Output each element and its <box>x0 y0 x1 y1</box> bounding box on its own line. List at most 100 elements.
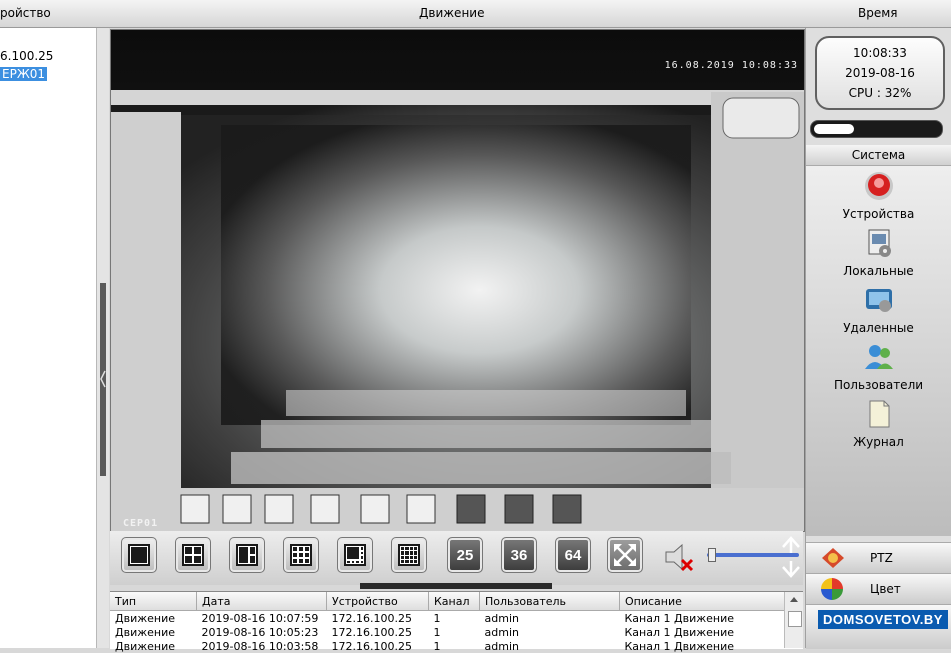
system-item-log[interactable]: Журнал <box>806 398 951 449</box>
panel-collapse-bar[interactable] <box>360 583 552 589</box>
header-time-label: Время <box>858 6 898 20</box>
ptz-label: PTZ <box>870 551 893 565</box>
system-section-header[interactable]: Система <box>806 145 951 166</box>
log-header-row: Тип Дата Устройство Канал Пользователь О… <box>110 592 791 611</box>
volume-slider-thumb[interactable] <box>708 548 716 562</box>
clock-time: 10:08:33 <box>853 46 907 60</box>
system-item-users[interactable]: Пользователи <box>806 341 951 392</box>
layout-16-button[interactable] <box>391 537 427 573</box>
layout-8-button[interactable] <box>337 537 373 573</box>
system-item-label: Устройства <box>842 207 915 221</box>
table-row[interactable]: Движение 2019-08-16 10:05:23 172.16.100.… <box>110 625 791 639</box>
col-device[interactable]: Устройство <box>326 592 429 611</box>
cell: 2019-08-16 10:05:23 <box>201 625 319 639</box>
col-channel[interactable]: Канал <box>428 592 480 611</box>
arrow-up-icon <box>782 536 800 553</box>
layout-toolbar: 25 36 64 <box>110 531 803 585</box>
layout-64-button[interactable]: 64 <box>555 537 591 573</box>
cell: 1 <box>433 639 441 653</box>
devices-icon <box>864 172 893 200</box>
col-type[interactable]: Тип <box>110 592 197 611</box>
col-user[interactable]: Пользователь <box>479 592 620 611</box>
layout-16-icon <box>398 544 420 566</box>
system-item-local[interactable]: Локальные <box>806 227 951 278</box>
cell: admin <box>484 639 519 653</box>
camera-feed-image <box>111 30 804 531</box>
ptz-icon <box>822 548 844 568</box>
cell: admin <box>484 611 519 625</box>
cell: 172.16.100.25 <box>331 625 412 639</box>
layout-4-button[interactable] <box>175 537 211 573</box>
system-item-remote[interactable]: Удаленные <box>806 284 951 335</box>
video-viewport[interactable]: 16.08.2019 10:08:33 СЕР01 <box>110 29 805 532</box>
layout-9-button[interactable] <box>283 537 319 573</box>
cell: 2019-08-16 10:03:58 <box>201 639 319 653</box>
header-device-label: ройство <box>0 6 51 20</box>
layout-25-button[interactable]: 25 <box>447 537 483 573</box>
cell: 1 <box>433 611 441 625</box>
layout-4-icon <box>182 544 204 566</box>
system-item-label: Пользователи <box>833 378 924 392</box>
color-palette-icon <box>821 578 843 600</box>
layout-1-icon <box>128 544 150 566</box>
cell: Канал 1 Движение <box>624 639 735 653</box>
cpu-usage-text: CPU : 32% <box>848 86 912 100</box>
mute-button[interactable] <box>662 542 696 572</box>
layout-36-label: 36 <box>510 546 528 564</box>
osd-timestamp: 16.08.2019 10:08:33 <box>664 60 798 71</box>
clock-date: 2019-08-16 <box>845 66 915 80</box>
table-row[interactable]: Движение 2019-08-16 10:03:58 172.16.100.… <box>110 639 791 653</box>
color-button[interactable]: Цвет <box>806 573 951 604</box>
cell: Движение <box>115 625 176 639</box>
system-menu: Устройства Локальные Удаленные Пользоват… <box>806 166 951 536</box>
layout-6-button[interactable] <box>229 537 265 573</box>
layout-6-icon <box>236 544 258 566</box>
chevron-left-icon <box>100 370 106 388</box>
cell: admin <box>484 625 519 639</box>
device-ip-item[interactable]: 6.100.25 <box>0 49 53 63</box>
log-scrollbar[interactable] <box>784 592 803 648</box>
cell: Канал 1 Движение <box>624 625 735 639</box>
system-item-label: Локальные <box>843 264 914 278</box>
speaker-muted-icon <box>665 543 694 572</box>
layout-25-label: 25 <box>456 546 474 564</box>
fullscreen-button[interactable] <box>607 537 643 573</box>
cpu-usage-bar <box>810 120 943 138</box>
cell: Движение <box>115 611 176 625</box>
remote-settings-icon <box>865 289 892 312</box>
users-icon <box>864 345 893 369</box>
scroll-up-button[interactable] <box>780 533 802 555</box>
table-row[interactable]: Движение 2019-08-16 10:07:59 172.16.100.… <box>110 611 791 626</box>
cpu-usage-fill <box>814 124 854 134</box>
osd-camera-name: СЕР01 <box>123 518 159 529</box>
scroll-thumb[interactable] <box>788 611 802 627</box>
system-item-label: Удаленные <box>843 321 914 335</box>
col-date[interactable]: Дата <box>196 592 327 611</box>
cell: 2019-08-16 10:07:59 <box>201 611 319 625</box>
cell: 1 <box>433 625 441 639</box>
layout-64-label: 64 <box>564 546 582 564</box>
event-log-table: Тип Дата Устройство Канал Пользователь О… <box>110 591 803 653</box>
watermark-text: DOMSOVETOV.BY <box>818 610 948 629</box>
layout-8-icon <box>344 544 366 566</box>
local-settings-icon <box>868 229 891 257</box>
header-motion-label: Движение <box>419 6 485 20</box>
cell: Движение <box>115 639 176 653</box>
system-item-devices[interactable]: Устройства <box>806 170 951 221</box>
cell: 172.16.100.25 <box>331 611 412 625</box>
color-label: Цвет <box>870 582 901 596</box>
device-channel-item-selected[interactable]: ЕРЖ01 <box>0 67 48 81</box>
collapse-handle[interactable] <box>100 283 106 476</box>
layout-36-button[interactable]: 36 <box>501 537 537 573</box>
system-item-label: Журнал <box>853 435 904 449</box>
arrow-down-icon <box>782 561 800 578</box>
col-description[interactable]: Описание <box>619 592 791 611</box>
top-header-bar: ройство Движение Время <box>0 0 951 28</box>
scroll-down-button[interactable] <box>780 559 802 581</box>
ptz-button[interactable]: PTZ <box>806 542 951 573</box>
cell: Канал 1 Движение <box>624 611 735 625</box>
cell: 172.16.100.25 <box>331 639 412 653</box>
log-icon <box>869 400 889 428</box>
status-clock: 10:08:33 2019-08-16 CPU : 32% <box>815 36 945 110</box>
layout-1-button[interactable] <box>121 537 157 573</box>
